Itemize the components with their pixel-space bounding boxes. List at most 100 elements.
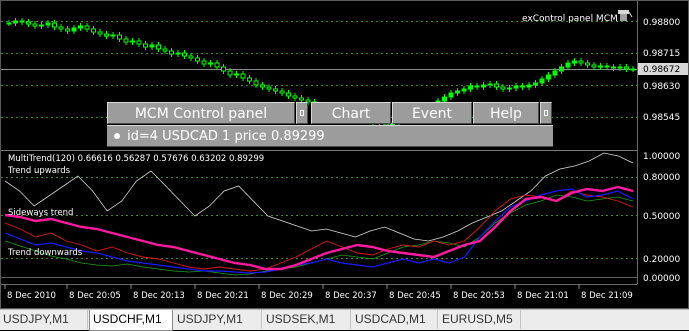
candle-body (455, 90, 460, 94)
price-label-2: 0.98630 (643, 82, 680, 92)
candle-body (286, 92, 291, 97)
price-label-3: 0.98545 (643, 113, 680, 123)
mcm-control-panel: MCM Control panel Chart Event Help id=4 … (107, 102, 553, 148)
current-price-label: 0.98672 (643, 65, 680, 75)
candle-body (234, 73, 239, 76)
chart-area[interactable]: 0.98800 0.98715 0.98630 0.98545 0.98672 … (1, 1, 689, 310)
time-label-8: 8 Dec 21:01 (517, 291, 569, 301)
candle-body (110, 34, 116, 37)
candle-body (591, 64, 597, 68)
candle-body (481, 84, 486, 88)
indicator-grid (1, 177, 637, 259)
indicator-axis-label-1: 0.80000 (643, 173, 680, 183)
tab-usdcad-m1[interactable]: USDCAD,M1 (352, 310, 438, 329)
tab-usdjpy-m1-2[interactable]: USDJPY,M1 (174, 310, 262, 329)
tab-usdsek-m1[interactable]: USDSEK,M1 (263, 310, 351, 329)
window-title: exControl panel MCM (522, 14, 618, 24)
candle-body (149, 44, 155, 48)
time-label-7: 8 Dec 20:53 (453, 291, 505, 301)
candle-body (26, 21, 31, 25)
candle-body (461, 88, 467, 92)
candle-body (299, 97, 304, 101)
chart-tab-bar: USDJPY,M1 USDCHF,M1 USDJPY,M1 USDSEK,M1 … (0, 309, 689, 331)
candle-body (533, 82, 538, 86)
candle-body (611, 66, 616, 69)
multitrend-line-red (4, 190, 634, 272)
candle-body (52, 22, 57, 28)
candle-body (513, 85, 519, 89)
candle-body (572, 60, 577, 64)
tab-usdjpy-m1[interactable]: USDJPY,M1 (0, 310, 88, 329)
time-label-0: 8 Dec 2010 (7, 291, 56, 301)
candle-body (78, 25, 83, 29)
candle-body (520, 85, 525, 88)
candle-body (195, 57, 200, 62)
candle-body (13, 20, 18, 24)
tab-usdchf-m1[interactable]: USDCHF,M1 (89, 310, 173, 331)
zone-trend-upwards: Trend upwards (7, 166, 71, 176)
event-button[interactable]: Event (392, 102, 472, 124)
candle-body (182, 52, 187, 57)
time-label-3: 8 Dec 20:21 (197, 291, 249, 301)
candle-body (598, 65, 603, 68)
candle-body (6, 22, 12, 25)
price-label-1: 0.98715 (643, 49, 680, 59)
candle-body (169, 50, 174, 55)
candle-body (91, 28, 96, 33)
time-label-6: 8 Dec 20:45 (389, 291, 441, 301)
candle-body (442, 96, 447, 102)
zone-sideways-trend: Sideways trend (8, 208, 73, 218)
candle-body (156, 44, 161, 50)
candle-body (494, 83, 499, 88)
control-panel-title-button[interactable]: MCM Control panel (107, 102, 295, 124)
candle-body (58, 26, 64, 30)
candle-body (117, 34, 122, 40)
candle-body (227, 70, 233, 76)
candle-body (260, 84, 265, 88)
time-label-5: 8 Dec 20:37 (325, 291, 377, 301)
indicator-label: MultiTrend(120) 0.66616 0.56287 0.57676 … (8, 154, 264, 164)
candle-body (585, 62, 590, 66)
time-label-4: 8 Dec 20:29 (261, 291, 313, 301)
help-button[interactable]: Help (473, 102, 539, 124)
chart-window[interactable]: 0.98800 0.98715 0.98630 0.98545 0.98672 … (0, 0, 689, 309)
candle-body (84, 25, 90, 30)
indicator-axis-label-2: 0.50000 (643, 212, 680, 222)
multitrend-line-magenta (4, 185, 634, 271)
candle-body (32, 23, 38, 27)
candle-body (565, 62, 571, 68)
candle-body (292, 95, 298, 99)
time-label-9: 8 Dec 21:09 (581, 291, 633, 301)
candle-body (617, 66, 623, 69)
candle-body (19, 20, 25, 23)
candle-body (448, 92, 454, 98)
status-bar: id=4 USDCAD 1 price 0.89299 (107, 125, 553, 147)
candle-body (507, 87, 512, 90)
candle-body (208, 62, 213, 65)
candle-body (559, 66, 564, 72)
candle-body (526, 84, 532, 88)
panel-toggle-icon[interactable] (296, 102, 308, 124)
help-toggle-icon[interactable] (540, 102, 552, 124)
candle-body (624, 66, 629, 70)
candle-body (201, 60, 207, 65)
candle-body (104, 33, 109, 37)
candle-body (162, 48, 168, 52)
multitrend-lines (4, 152, 634, 276)
candle-body (247, 77, 252, 82)
candle-body (45, 22, 51, 26)
candle-body (474, 85, 480, 88)
indicator-axis-label-4: 0.00000 (643, 274, 680, 284)
tab-eurusd-m5[interactable]: EURUSD,M5 (439, 310, 521, 329)
candle-body (221, 66, 226, 72)
candle-body (552, 70, 558, 76)
chart-button[interactable]: Chart (311, 102, 391, 124)
candle-body (273, 88, 278, 92)
price-label-0: 0.98800 (643, 18, 680, 28)
candle-body (143, 43, 148, 48)
candle-body (65, 28, 70, 32)
candle-body (130, 40, 135, 43)
indicator-axis-label-3: 0.20000 (643, 255, 680, 265)
candle-body (500, 86, 506, 90)
candle-body (71, 27, 77, 32)
